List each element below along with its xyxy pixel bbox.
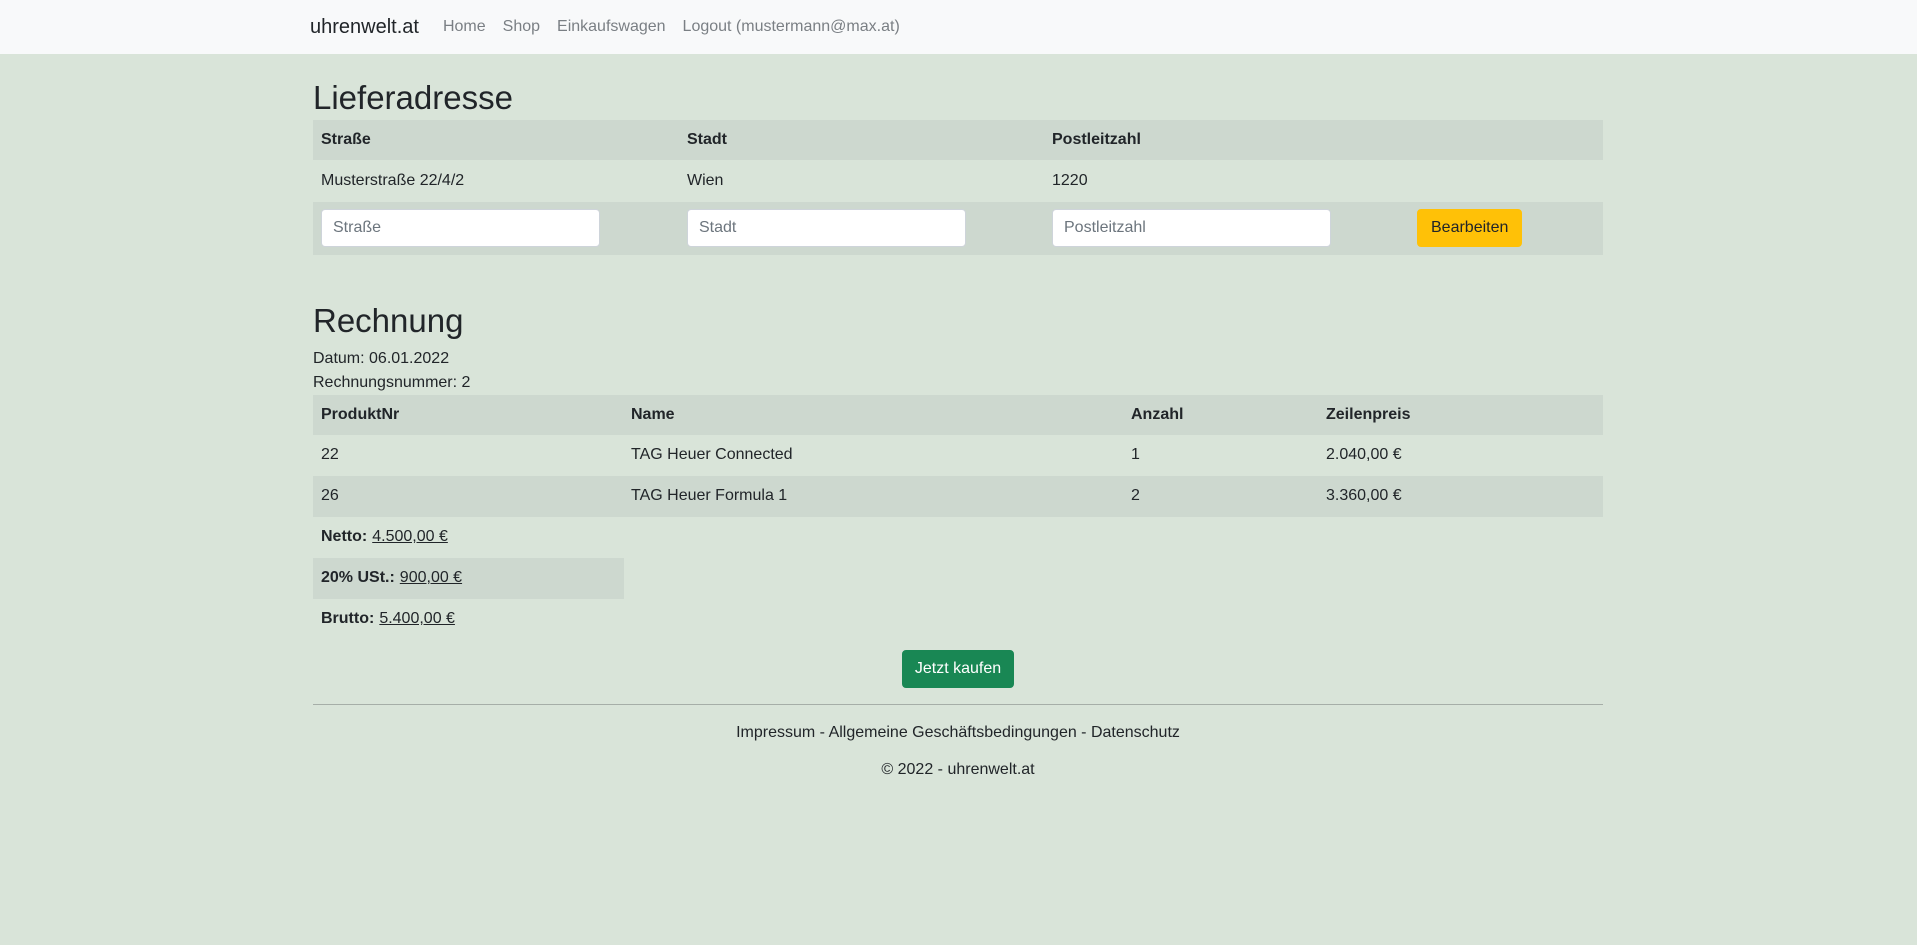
- table-row: 26 TAG Heuer Formula 1 2 3.360,00 €: [313, 475, 1603, 517]
- footer-links: Impressum - Allgemeine Geschäftsbedingun…: [313, 724, 1603, 742]
- address-section: Lieferadresse Straße Stadt Postleitzahl …: [313, 78, 1603, 255]
- net-value: 4.500,00 €: [372, 528, 448, 546]
- invoice-date: Datum: 06.01.2022: [313, 349, 450, 367]
- product-line-price: 2.040,00 €: [1326, 446, 1402, 464]
- product-name: TAG Heuer Formula 1: [631, 487, 788, 505]
- invoice-section: Rechnung Datum: 06.01.2022 Rechnungsnumm…: [313, 301, 1603, 779]
- footer-divider: [313, 703, 1603, 705]
- footer-separator: -: [815, 723, 829, 741]
- navbar: uhrenwelt.at Home Shop Einkaufswagen Log…: [0, 0, 1917, 54]
- address-header-row: Straße Stadt Postleitzahl: [313, 119, 1603, 160]
- nav-logout[interactable]: Logout (mustermann@max.at): [683, 18, 900, 36]
- header-name: Name: [631, 405, 675, 423]
- buy-now-button[interactable]: Jetzt kaufen: [901, 649, 1015, 688]
- city-input[interactable]: [687, 209, 966, 248]
- zip-value: 1220: [1052, 171, 1088, 189]
- invoice-number: Rechnungsnummer: 2: [313, 373, 471, 391]
- invoice-header-row: ProduktNr Name Anzahl Zeilenpreis: [313, 394, 1603, 435]
- header-city: Stadt: [687, 130, 727, 148]
- address-table: Straße Stadt Postleitzahl Musterstraße 2…: [313, 119, 1603, 255]
- street-input[interactable]: [321, 209, 600, 248]
- edit-button[interactable]: Bearbeiten: [1417, 209, 1523, 248]
- vat-row: 20% USt.: 900,00 €: [313, 557, 624, 599]
- header-quantity: Anzahl: [1131, 405, 1184, 423]
- footer-privacy-link[interactable]: Datenschutz: [1091, 724, 1180, 741]
- header-zip: Postleitzahl: [1052, 130, 1141, 148]
- footer-imprint-link[interactable]: Impressum: [736, 724, 815, 741]
- header-empty: [1409, 120, 1603, 160]
- footer-copyright: © 2022 - uhrenwelt.at: [881, 760, 1035, 778]
- footer-separator: -: [1076, 723, 1091, 741]
- zip-input[interactable]: [1052, 209, 1331, 248]
- brand-link[interactable]: uhrenwelt.at: [310, 16, 419, 39]
- net-row: Netto: 4.500,00 €: [313, 517, 624, 558]
- city-value: Wien: [687, 171, 724, 189]
- product-line-price: 3.360,00 €: [1326, 487, 1402, 505]
- product-nr: 26: [321, 487, 339, 505]
- nav-shop[interactable]: Shop: [503, 18, 540, 36]
- address-row: Musterstraße 22/4/2 Wien 1220: [313, 160, 1603, 202]
- header-street: Straße: [321, 130, 371, 148]
- gross-row: Brutto: 5.400,00 €: [313, 599, 624, 640]
- product-quantity: 2: [1131, 487, 1140, 505]
- address-form-row: Bearbeiten: [313, 201, 1603, 255]
- product-nr: 22: [321, 446, 339, 464]
- invoice-table: ProduktNr Name Anzahl Zeilenpreis 22 TAG…: [313, 394, 1603, 517]
- nav-cart[interactable]: Einkaufswagen: [557, 18, 666, 36]
- vat-label: 20% USt.:: [321, 569, 395, 587]
- gross-value: 5.400,00 €: [379, 610, 455, 628]
- street-value: Musterstraße 22/4/2: [321, 171, 465, 189]
- buy-button-wrapper: Jetzt kaufen: [313, 649, 1603, 688]
- footer-terms-link[interactable]: Allgemeine Geschäftsbedingungen: [829, 724, 1077, 741]
- product-name: TAG Heuer Connected: [631, 446, 793, 464]
- vat-value: 900,00 €: [399, 569, 463, 587]
- header-product-nr: ProduktNr: [321, 405, 400, 423]
- nav-home[interactable]: Home: [443, 18, 486, 36]
- product-quantity: 1: [1131, 446, 1140, 464]
- net-label: Netto:: [321, 528, 368, 546]
- header-line-price: Zeilenpreis: [1326, 405, 1411, 423]
- address-title: Lieferadresse: [313, 79, 513, 116]
- table-row: 22 TAG Heuer Connected 1 2.040,00 €: [313, 435, 1603, 476]
- gross-label: Brutto:: [321, 610, 375, 628]
- invoice-title: Rechnung: [313, 302, 464, 339]
